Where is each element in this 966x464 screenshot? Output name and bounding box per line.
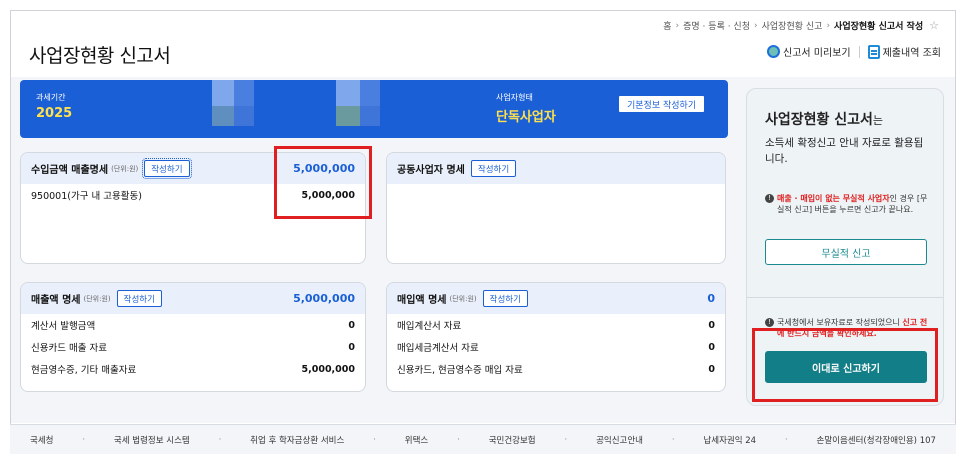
redacted-mosaic <box>360 106 380 126</box>
table-row: 신용카드, 현금영수증 매입 자료 0 <box>387 358 725 380</box>
table-row: 매입계산서 자료 0 <box>387 314 725 336</box>
footer-link[interactable]: 공익신고안내 <box>596 434 643 446</box>
footer-link[interactable]: 위택스 <box>405 434 428 446</box>
income-card-title: 수입금액 매출명세 <box>31 165 109 176</box>
page-title: 사업장현황 신고서 <box>29 45 171 67</box>
info-icon: ! <box>765 318 774 327</box>
footer-link[interactable]: 국민건강보험 <box>489 434 536 446</box>
unit-label: (단위:원) <box>83 294 111 303</box>
footer-link[interactable]: 손말이음센터(청각장애인용) 107 <box>817 434 936 446</box>
purchase-card: 매입액 명세 (단위:원) 작성하기 0 매입계산서 자료 0 매입세금계산서 … <box>386 282 726 392</box>
breadcrumb-separator: › <box>826 20 831 31</box>
tax-period-value: 2025 <box>36 106 73 121</box>
sales-card: 매출액 명세 (단위:원) 작성하기 5,000,000 계산서 발행금액 0 … <box>20 282 366 392</box>
table-row: 신용카드 매출 자료 0 <box>21 336 365 358</box>
document-icon <box>867 44 880 59</box>
redacted-mosaic <box>336 106 360 126</box>
divider <box>747 297 943 298</box>
unit-label: (단위:원) <box>111 164 139 173</box>
redacted-mosaic <box>360 80 380 106</box>
side-title-suffix: 는 <box>872 114 884 127</box>
tax-period-label: 과세기간 <box>36 93 66 102</box>
income-write-button[interactable]: 작성하기 <box>142 158 192 179</box>
row-value: 0 <box>708 363 715 375</box>
preview-button[interactable]: 신고서 미리보기 <box>767 44 851 59</box>
footer-links: 국세청 · 국세 법령정보 시스템 · 취업 후 학자금상환 서비스 · 위택스… <box>10 424 956 454</box>
annotation-highlight-box <box>274 146 372 219</box>
purchase-write-button[interactable]: 작성하기 <box>482 290 528 307</box>
row-value: 0 <box>348 319 355 331</box>
breadcrumb-report[interactable]: 사업장현황 신고 <box>762 19 823 32</box>
partner-write-button[interactable]: 작성하기 <box>470 160 517 177</box>
footer-link[interactable]: 취업 후 학자금상환 서비스 <box>250 434 344 446</box>
side-title-text: 사업장현황 신고서 <box>765 112 873 128</box>
footer-separator: · <box>457 434 460 445</box>
submission-history-button[interactable]: 제출내역 조회 <box>867 44 941 59</box>
header-actions: 신고서 미리보기 제출내역 조회 <box>767 44 941 59</box>
redacted-mosaic <box>212 80 234 106</box>
business-type-label: 사업자형태 <box>496 93 533 102</box>
side-title: 사업장현황 신고서는 <box>765 109 883 129</box>
row-label: 계산서 발행금액 <box>31 321 96 332</box>
info-icon: ! <box>765 194 774 203</box>
purchase-card-header: 매입액 명세 (단위:원) 작성하기 0 <box>387 283 725 314</box>
row-value: 0 <box>708 319 715 331</box>
row-label: 매입계산서 자료 <box>397 321 462 332</box>
breadcrumb-separator: › <box>754 20 758 31</box>
redacted-mosaic <box>212 106 234 126</box>
table-row: 매입세금계산서 자료 0 <box>387 336 725 358</box>
side-description: 소득세 확정신고 안내 자료로 활용됩니다. <box>765 137 924 165</box>
breadcrumb: 홈 › 증명 · 등록 · 신청 › 사업장현황 신고 › 사업장현황 신고서 … <box>663 19 939 32</box>
row-label: 신용카드, 현금영수증 매입 자료 <box>397 365 523 376</box>
star-icon[interactable]: ☆ <box>929 19 939 32</box>
notice-highlight: 매출 · 매입이 없는 무실적 사업자 <box>777 194 890 203</box>
row-value: 5,000,000 <box>301 363 356 375</box>
partner-card-title: 공동사업자 명세 <box>397 165 465 176</box>
redacted-mosaic <box>234 106 254 126</box>
sales-write-button[interactable]: 작성하기 <box>116 290 162 307</box>
footer-separator: · <box>784 434 788 445</box>
table-row: 계산서 발행금액 0 <box>21 314 365 336</box>
no-record-report-button[interactable]: 무실적 신고 <box>765 239 927 265</box>
no-record-notice: ! 매출 · 매입이 없는 무실적 사업자인 경우 [무실적 신고] 버튼을 누… <box>765 193 933 215</box>
divider <box>858 45 860 58</box>
footer-separator: · <box>671 434 675 445</box>
footer-separator: · <box>82 434 86 445</box>
redacted-mosaic <box>336 80 360 106</box>
partner-card-header: 공동사업자 명세 작성하기 <box>387 153 725 184</box>
submission-history-label: 제출내역 조회 <box>882 48 941 59</box>
footer-separator: · <box>218 434 222 445</box>
row-label: 신용카드 매출 자료 <box>31 343 107 354</box>
footer-link[interactable]: 국세청 <box>30 434 53 446</box>
preview-label: 신고서 미리보기 <box>783 48 851 59</box>
business-type-value: 단독사업자 <box>496 110 556 125</box>
basic-info-button[interactable]: 기본정보 작성하기 <box>618 95 706 113</box>
row-value: 0 <box>348 341 355 353</box>
purchase-total: 0 <box>707 292 715 305</box>
sales-total: 5,000,000 <box>293 292 355 305</box>
breadcrumb-home[interactable]: 홈 <box>663 19 671 32</box>
footer-separator: · <box>373 434 376 445</box>
sales-card-title: 매출액 명세 <box>31 295 81 306</box>
footer-link[interactable]: 납세자권익 24 <box>703 434 756 446</box>
row-label: 현금영수증, 기타 매출자료 <box>31 365 137 376</box>
table-row: 현금영수증, 기타 매출자료 5,000,000 <box>21 358 365 380</box>
footer-link[interactable]: 국세 법령정보 시스템 <box>114 434 190 446</box>
breadcrumb-certificate[interactable]: 증명 · 등록 · 신청 <box>683 19 750 32</box>
partner-card: 공동사업자 명세 작성하기 <box>386 152 726 264</box>
unit-label: (단위:원) <box>449 294 477 303</box>
footer-separator: · <box>564 434 568 445</box>
notice-text: 국세청에서 보유자료로 작성되었으니 <box>777 318 900 327</box>
annotation-highlight-box <box>752 328 938 402</box>
breadcrumb-separator: › <box>675 20 680 31</box>
redacted-mosaic <box>234 80 254 106</box>
breadcrumb-current: 사업장현황 신고서 작성 <box>834 22 924 32</box>
sales-card-header: 매출액 명세 (단위:원) 작성하기 5,000,000 <box>21 283 365 314</box>
row-label: 950001(가구 내 고용활동) <box>31 191 142 202</box>
row-label: 매입세금계산서 자료 <box>397 343 479 354</box>
info-banner: 과세기간 2025 사업자형태 단독사업자 기본정보 작성하기 <box>20 80 728 138</box>
purchase-card-title: 매입액 명세 <box>397 295 447 306</box>
preview-icon <box>767 45 781 58</box>
row-value: 0 <box>708 341 715 353</box>
